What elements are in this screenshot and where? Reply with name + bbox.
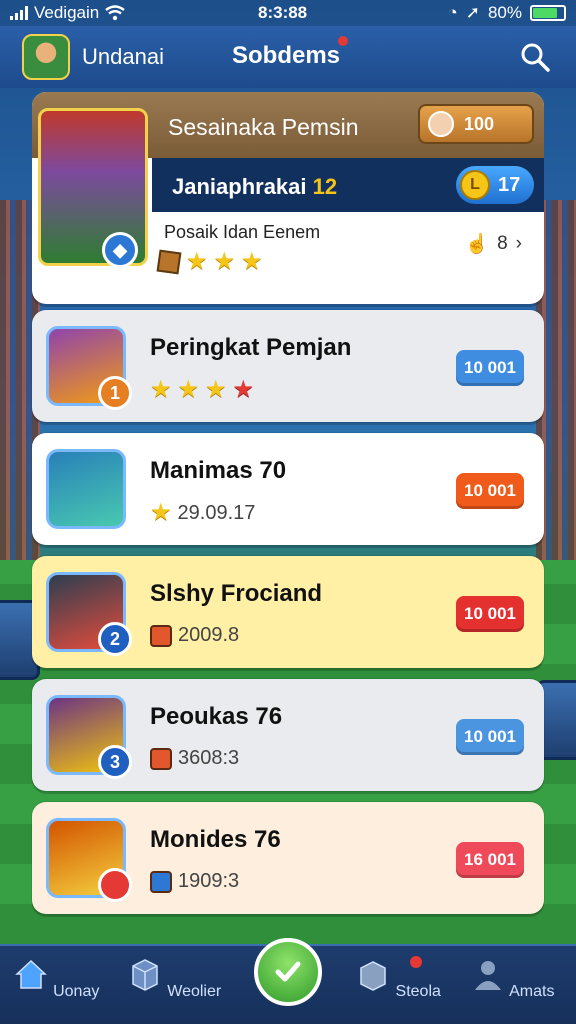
- star-icon: ★: [150, 376, 172, 403]
- score-button[interactable]: 16 001: [456, 842, 524, 878]
- score-button[interactable]: 10 001: [456, 473, 524, 509]
- star-icon: ★: [241, 248, 263, 275]
- player-card[interactable]: Monides 76 1909:3 16 001: [32, 802, 544, 914]
- clock: 8:3:88: [258, 3, 308, 22]
- signal-icon: [10, 6, 28, 20]
- star-icon: ★: [150, 499, 172, 526]
- featured-stars: ★ ★ ★: [156, 248, 263, 275]
- nav-item-steola[interactable]: Steola: [348, 956, 448, 1001]
- player-name: Peringkat Pemjan: [150, 334, 352, 361]
- person-icon: [474, 961, 501, 990]
- box-icon: [360, 961, 386, 991]
- star-icon: ★: [213, 248, 236, 275]
- star-icon: ★: [205, 376, 227, 403]
- player-card[interactable]: 2 Slshy Frociand 2009.8 10 001: [32, 556, 544, 668]
- score-button[interactable]: 10 001: [456, 719, 524, 755]
- rank-badge: 1: [98, 376, 132, 410]
- score-button[interactable]: 10 001: [456, 596, 524, 632]
- player-stats: 3608:3: [150, 747, 239, 770]
- rank-badge: [98, 868, 132, 902]
- player-score: 29.09.17: [177, 501, 256, 524]
- player-name: Peoukas 76: [150, 703, 283, 730]
- featured-description: Posaik Idan Eenem: [164, 222, 321, 242]
- crate-icon: [156, 249, 182, 275]
- app-header: Undanai Sobdems: [0, 26, 576, 88]
- player-stats: 1909:3: [150, 870, 239, 893]
- carrier-label: Vedigain: [34, 3, 100, 22]
- level-badge[interactable]: L 17: [456, 166, 534, 204]
- player-card[interactable]: Manimas 70 ★ 29.09.17 10 001: [32, 433, 544, 545]
- featured-level-value: 12: [312, 174, 338, 199]
- shield-icon: [150, 870, 172, 893]
- player-score: 2009.8: [178, 624, 240, 646]
- star-icon: ★: [186, 248, 208, 275]
- player-score: 3608:3: [178, 747, 240, 769]
- level-coin-icon: L: [460, 170, 490, 200]
- page-title: Sobdems: [232, 42, 341, 69]
- thumbs-icon: ☝: [465, 234, 490, 255]
- player-name: Slshy Frociand: [150, 580, 323, 607]
- featured-level-label: Janiaphrakai: [172, 174, 307, 199]
- coin-avatar-icon: [428, 111, 454, 137]
- wifi-icon: [105, 5, 125, 21]
- player-stats: ★ 29.09.17: [150, 501, 255, 525]
- nav-label: Weolier: [167, 983, 222, 1000]
- nav-label: Uonay: [53, 983, 100, 1000]
- bottom-nav: Uonay Weolier Steola Amats: [0, 938, 576, 1024]
- nav-item-home[interactable]: Uonay: [6, 956, 106, 1001]
- score-button[interactable]: 10 001: [456, 350, 524, 386]
- gem-icon: [150, 624, 172, 647]
- nav-label: Steola: [395, 983, 441, 1000]
- player-portrait: [46, 449, 126, 529]
- username: Undanai: [82, 44, 164, 69]
- featured-level: Janiaphrakai 12: [172, 174, 337, 200]
- player-name: Manimas 70: [150, 457, 287, 484]
- home-icon: [14, 959, 47, 989]
- player-stats: ★ ★ ★ ★: [150, 378, 254, 402]
- status-bar: Vedigain 8:3:88 ◔ ➚ 80%: [0, 0, 576, 26]
- featured-meta-value: 8: [497, 233, 508, 254]
- player-name: Monides 76: [150, 826, 281, 853]
- nav-item-amats[interactable]: Amats: [462, 956, 562, 1001]
- player-stats: 2009.8: [150, 624, 239, 647]
- featured-name: Sesainaka Pemsin: [168, 114, 359, 140]
- location-icon: ➚: [465, 3, 480, 22]
- gem-icon: [150, 747, 172, 770]
- rank-badge: 3: [98, 745, 132, 779]
- coins-button[interactable]: 100: [418, 104, 534, 144]
- chevron-right-icon: ›: [515, 233, 522, 254]
- nav-label: Amats: [509, 983, 555, 1000]
- star-icon: ★: [232, 376, 255, 403]
- check-icon: [275, 961, 301, 982]
- avatar[interactable]: [22, 34, 70, 80]
- level-badge-value: 17: [498, 173, 521, 196]
- notification-dot: [338, 36, 348, 46]
- battery-percent: 80%: [487, 3, 522, 22]
- search-icon[interactable]: [518, 40, 552, 74]
- play-button[interactable]: [254, 938, 322, 1006]
- battery-icon: [530, 5, 566, 21]
- coins-value: 100: [464, 113, 495, 134]
- alarm-icon: ◔: [447, 3, 458, 22]
- featured-meta[interactable]: ☝ 8 ›: [465, 232, 522, 256]
- rank-badge: 2: [98, 622, 132, 656]
- player-score: 1909:3: [178, 870, 240, 892]
- notification-dot: [410, 956, 422, 968]
- cube-icon: [132, 959, 158, 991]
- player-card[interactable]: 3 Peoukas 76 3608:3 10 001: [32, 679, 544, 791]
- featured-rank-shield-icon: ◆: [102, 232, 138, 268]
- player-card[interactable]: 1 Peringkat Pemjan ★ ★ ★ ★ 10 001: [32, 310, 544, 422]
- nav-item-weolier[interactable]: Weolier: [124, 956, 224, 1001]
- star-icon: ★: [177, 376, 200, 403]
- featured-card[interactable]: ◆ Sesainaka Pemsin 100 Janiaphrakai 12 L…: [32, 92, 544, 304]
